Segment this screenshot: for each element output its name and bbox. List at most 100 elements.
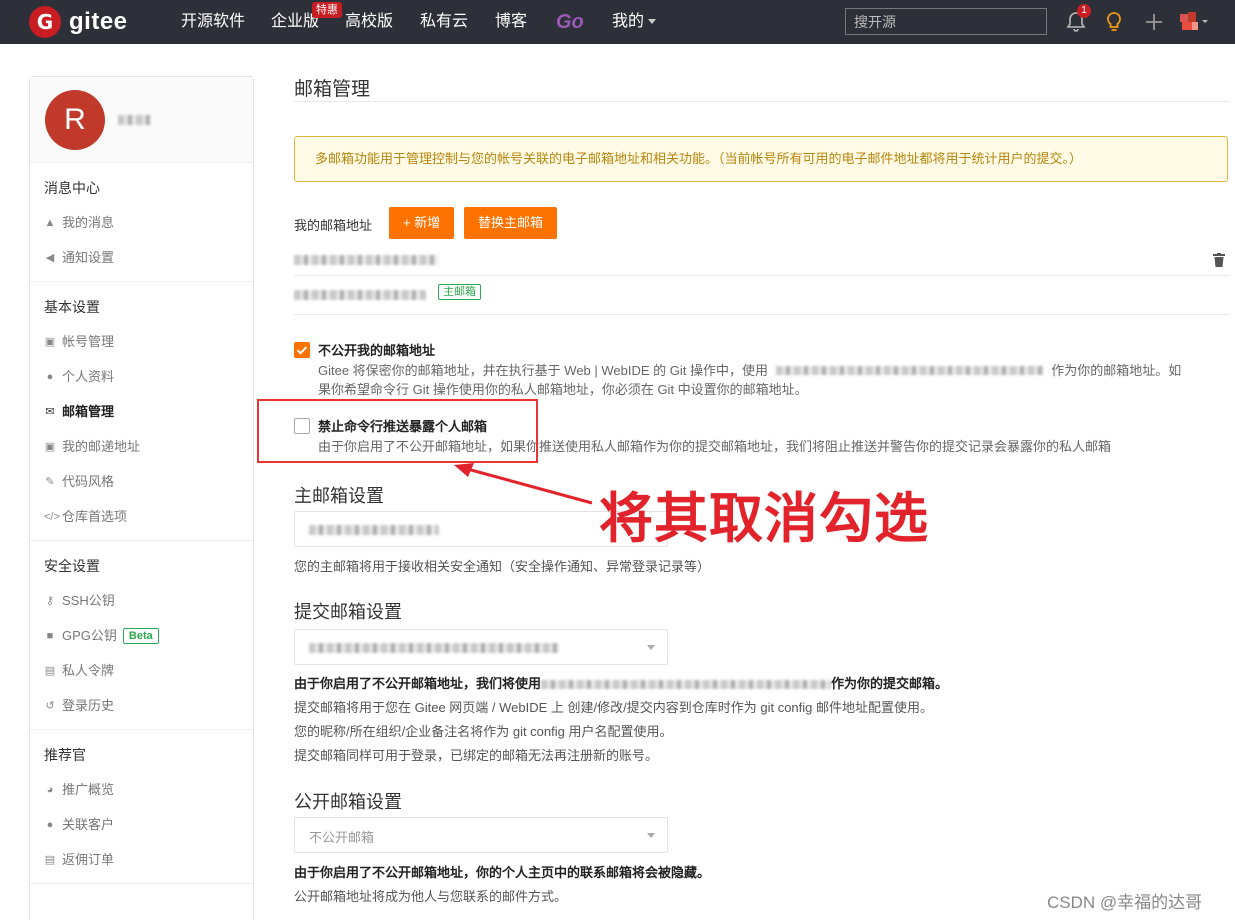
sidebar-group-title: 消息中心	[44, 180, 100, 196]
sidebar-group-messages: 消息中心 ▲ 我的消息 ◀ 通知设置	[30, 163, 253, 282]
public-email-select-value: 不公开邮箱	[309, 830, 375, 845]
nav-blog[interactable]: 博客	[495, 0, 527, 44]
sidebar-item-repo-preferences[interactable]: </> 仓库首选项	[30, 499, 253, 534]
email-row	[294, 243, 1229, 276]
sidebar-item-label: SSH公钥	[62, 593, 115, 608]
sidebar-item-tokens[interactable]: ▤ 私人令牌	[30, 653, 253, 688]
users-icon: ●	[46, 818, 54, 831]
sidebar-group-title: 推荐官	[44, 747, 86, 763]
commit-email-help-bold: 由于你启用了不公开邮箱地址，我们将使用 作为你的提交邮箱。	[294, 673, 948, 692]
dashboard-icon: ◕	[46, 783, 54, 796]
hide-email-desc-part: Gitee 将保密你的邮箱地址，并在执行基于 Web | WebIDE 的 Gi…	[318, 363, 769, 378]
hide-email-desc-part: 作为你的邮箱地址。如	[1051, 363, 1182, 378]
redacted-email	[294, 290, 426, 300]
public-email-section-title: 公开邮箱设置	[294, 792, 402, 812]
lightbulb-icon[interactable]	[1102, 10, 1126, 34]
chevron-down-icon	[647, 645, 655, 650]
primary-email-help: 您的主邮箱将用于接收相关安全通知（安全操作通知、异常登录记录等）	[294, 559, 711, 574]
annotation-arrow-icon	[454, 463, 593, 505]
sidebar-item-label: 个人资料	[62, 369, 115, 384]
commit-email-section-title: 提交邮箱设置	[294, 602, 402, 622]
sidebar-item-code-style[interactable]: ✎ 代码风格	[30, 464, 253, 499]
sidebar-item-address[interactable]: ▣ 我的邮递地址	[30, 429, 253, 464]
info-notice: 多邮箱功能用于管理控制与您的帐号关联的电子邮箱地址和相关功能。（当前帐号所有可用…	[294, 136, 1228, 182]
nav-go[interactable]: Go	[556, 0, 584, 44]
nav-mine-label: 我的	[612, 13, 645, 30]
volume-icon: ◀	[45, 251, 55, 264]
email-row-primary: 主邮箱	[294, 276, 1229, 315]
code-icon: </>	[44, 510, 60, 523]
replace-primary-email-button[interactable]: 替换主邮箱	[464, 207, 558, 239]
nav-education[interactable]: 高校版	[345, 0, 393, 44]
public-email-help: 公开邮箱地址将成为他人与您联系的邮件方式。	[294, 889, 568, 904]
sidebar-group-title: 基本设置	[44, 299, 100, 315]
sidebar-item-label: 私人令牌	[62, 663, 115, 678]
gitee-logo[interactable]: G gitee	[29, 6, 128, 38]
hide-email-title: 不公开我的邮箱地址	[318, 343, 436, 358]
public-email-help-bold: 由于你启用了不公开邮箱地址，你的个人主页中的联系邮箱将会被隐藏。	[294, 865, 711, 880]
sidebar-item-rebate-orders[interactable]: ▤ 返佣订单	[30, 842, 253, 877]
sidebar-group-security: 安全设置 ⚷ SSH公钥 ■ GPG公钥 Beta ▤ 私人令牌 ↺ 登录历史	[30, 541, 253, 730]
redacted-email	[294, 255, 438, 265]
trash-icon[interactable]	[1213, 253, 1225, 267]
commit-help-part: 作为你的提交邮箱。	[831, 676, 949, 691]
sidebar-item-label: 仓库首选项	[62, 509, 128, 524]
search-input[interactable]: 搜开源	[845, 8, 1047, 35]
history-icon: ↺	[45, 699, 55, 712]
sidebar-item-profile[interactable]: ● 个人资料	[30, 359, 253, 394]
sidebar-group-title: 安全设置	[44, 558, 100, 574]
sidebar-group-referral: 推荐官 ◕ 推广概览 ● 关联客户 ▤ 返佣订单	[30, 730, 253, 884]
sidebar-item-ssh-keys[interactable]: ⚷ SSH公钥	[30, 583, 253, 618]
top-navbar: G gitee 开源软件 企业版 特惠 高校版 私有云 博客 Go 我的 搜开源…	[0, 0, 1235, 44]
public-email-select[interactable]: 不公开邮箱	[294, 817, 668, 853]
brush-icon: ✎	[45, 475, 55, 488]
sidebar-item-label: 我的邮递地址	[62, 439, 141, 454]
redacted-noreply-email	[775, 366, 1044, 375]
plus-icon[interactable]	[1142, 10, 1166, 34]
sidebar-item-notification-settings[interactable]: ◀ 通知设置	[30, 240, 253, 275]
annotation-text: 将其取消勾选	[599, 487, 929, 550]
sidebar-item-label: 推广概览	[62, 782, 115, 797]
nav-open-source[interactable]: 开源软件	[181, 0, 245, 44]
checkmark-icon	[296, 346, 308, 355]
address-card-icon: ▣	[44, 440, 56, 453]
sidebar-item-promo-overview[interactable]: ◕ 推广概览	[30, 772, 253, 807]
commit-email-select[interactable]	[294, 629, 668, 665]
settings-sidebar: R 消息中心 ▲ 我的消息 ◀ 通知设置 基本设置 ▣ 帐号管理 ● 个人资料 ✉ 邮箱管…	[29, 76, 254, 920]
id-card-icon: ▣	[44, 335, 56, 348]
bell-icon: ▲	[44, 216, 56, 229]
token-icon: ▤	[44, 664, 56, 677]
sidebar-item-label: 邮箱管理	[62, 404, 115, 419]
gitee-logo-icon: G	[29, 6, 61, 38]
add-email-button[interactable]: + 新增	[389, 207, 455, 239]
key-icon: ⚷	[45, 594, 55, 607]
nav-mine-dropdown[interactable]: 我的	[612, 0, 657, 44]
sidebar-item-login-history[interactable]: ↺ 登录历史	[30, 688, 253, 723]
envelope-icon: ✉	[45, 405, 55, 418]
nav-private-cloud[interactable]: 私有云	[420, 0, 468, 44]
hide-email-option: 不公开我的邮箱地址 Gitee 将保密你的邮箱地址，并在执行基于 Web | W…	[294, 340, 1229, 400]
sidebar-group-basic: 基本设置 ▣ 帐号管理 ● 个人资料 ✉ 邮箱管理 ▣ 我的邮递地址 ✎ 代码风格 </>…	[30, 282, 253, 541]
sidebar-item-label: 返佣订单	[62, 852, 115, 867]
primary-email-section-title: 主邮箱设置	[294, 486, 384, 506]
hide-email-description: Gitee 将保密你的邮箱地址，并在执行基于 Web | WebIDE 的 Gi…	[318, 361, 1228, 399]
watermark: CSDN @幸福的达哥	[1047, 893, 1203, 912]
sidebar-item-account[interactable]: ▣ 帐号管理	[30, 324, 253, 359]
redacted-username	[118, 115, 150, 125]
redacted-noreply-email	[541, 680, 832, 690]
user-icon: ●	[46, 370, 54, 383]
sidebar-item-linked-customers[interactable]: ● 关联客户	[30, 807, 253, 842]
sidebar-item-my-messages[interactable]: ▲ 我的消息	[30, 205, 253, 240]
sidebar-item-email[interactable]: ✉ 邮箱管理	[30, 394, 253, 429]
hide-email-checkbox[interactable]	[294, 342, 310, 358]
sidebar-item-label: 登录历史	[62, 698, 115, 713]
sidebar-item-gpg-keys[interactable]: ■ GPG公钥 Beta	[30, 618, 253, 653]
sidebar-item-label: 通知设置	[62, 250, 115, 265]
chevron-down-icon	[647, 833, 655, 838]
sidebar-item-label: 代码风格	[62, 474, 115, 489]
commit-email-help-3: 提交邮箱同样可用于登录，已绑定的邮箱无法再注册新的账号。	[294, 748, 659, 763]
user-avatar-menu[interactable]	[1180, 12, 1208, 32]
beta-badge: Beta	[122, 627, 159, 644]
sidebar-item-label: 我的消息	[62, 215, 115, 230]
avatar[interactable]: R	[45, 90, 105, 150]
